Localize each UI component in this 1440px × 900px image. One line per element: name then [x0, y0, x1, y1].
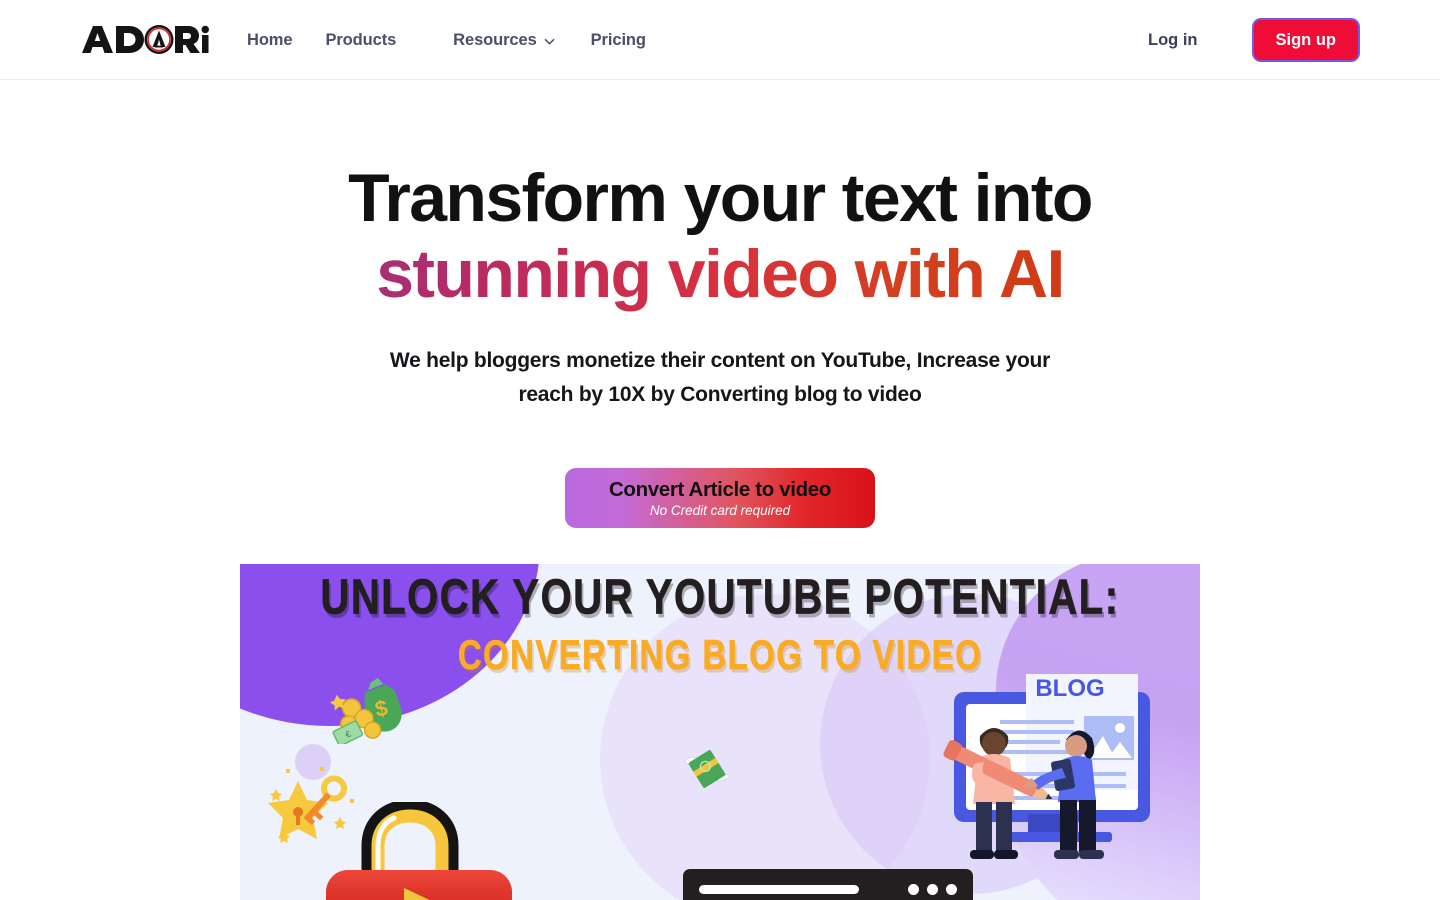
window-dot: [946, 883, 957, 895]
browser-window-bar: [683, 869, 973, 900]
chevron-down-icon: [544, 36, 555, 47]
cta-primary-label: Convert Article to video: [608, 477, 832, 501]
svg-text:BLOG: BLOG: [1035, 675, 1104, 702]
nav-products-label: Products: [325, 30, 397, 49]
browser-window-dots: [908, 883, 957, 895]
money-bag-icon: $ €: [328, 672, 414, 749]
hero-title-line-2: stunning video with AI: [0, 236, 1440, 312]
site-header: Home Products Resources Pricing Log in S…: [0, 0, 1440, 80]
adori-peak-mark: [144, 25, 174, 54]
window-dot: [927, 883, 938, 895]
hero-section: Transform your text into stunning video …: [0, 80, 1440, 900]
page-title: Transform your text into stunning video …: [0, 160, 1440, 312]
flying-money-icon: [682, 746, 732, 795]
header-actions: Log in Sign up: [1148, 0, 1360, 80]
nav-products[interactable]: Products: [325, 31, 396, 50]
hero-subtitle-line-2: reach by 10X by Converting blog to video: [518, 383, 922, 406]
adori-logo[interactable]: [80, 22, 210, 58]
window-dot: [908, 883, 919, 895]
hero-subtitle-line-1: We help bloggers monetize their content …: [389, 349, 1051, 372]
nav-pricing[interactable]: Pricing: [591, 31, 646, 50]
red-padlock-with-play-icon: [318, 799, 548, 900]
hero-banner-image: UNLOCK YOUR YOUTUBE POTENTIAL: CONVERTIN…: [240, 564, 1200, 900]
hero-subtitle: We help bloggers monetize their content …: [0, 344, 1440, 412]
nav-home[interactable]: Home: [247, 30, 293, 50]
blog-monitor-illustration: BLOG: [940, 672, 1190, 884]
banner-headline-line-1: UNLOCK YOUR YOUTUBE POTENTIAL:: [320, 571, 1120, 625]
convert-article-to-video-button[interactable]: Convert Article to video No Credit card …: [565, 468, 875, 528]
nav-resources[interactable]: Resources: [453, 30, 555, 50]
browser-address-bar: [699, 884, 859, 894]
adori-logo-mark: [82, 25, 209, 54]
nav-home-label: Home: [247, 30, 293, 49]
cta-secondary-label: No Credit card required: [649, 502, 791, 518]
nav-resources-label: Resources: [453, 30, 537, 49]
main-navigation: Home Products Resources Pricing: [247, 0, 646, 80]
browser-titlebar: [683, 869, 973, 900]
signup-button[interactable]: Sign up: [1251, 18, 1360, 62]
nav-pricing-label: Pricing: [590, 30, 646, 49]
login-link[interactable]: Log in: [1148, 31, 1197, 50]
hero-title-line-1: Transform your text into: [348, 160, 1093, 236]
cta-container: Convert Article to video No Credit card …: [0, 468, 1440, 528]
